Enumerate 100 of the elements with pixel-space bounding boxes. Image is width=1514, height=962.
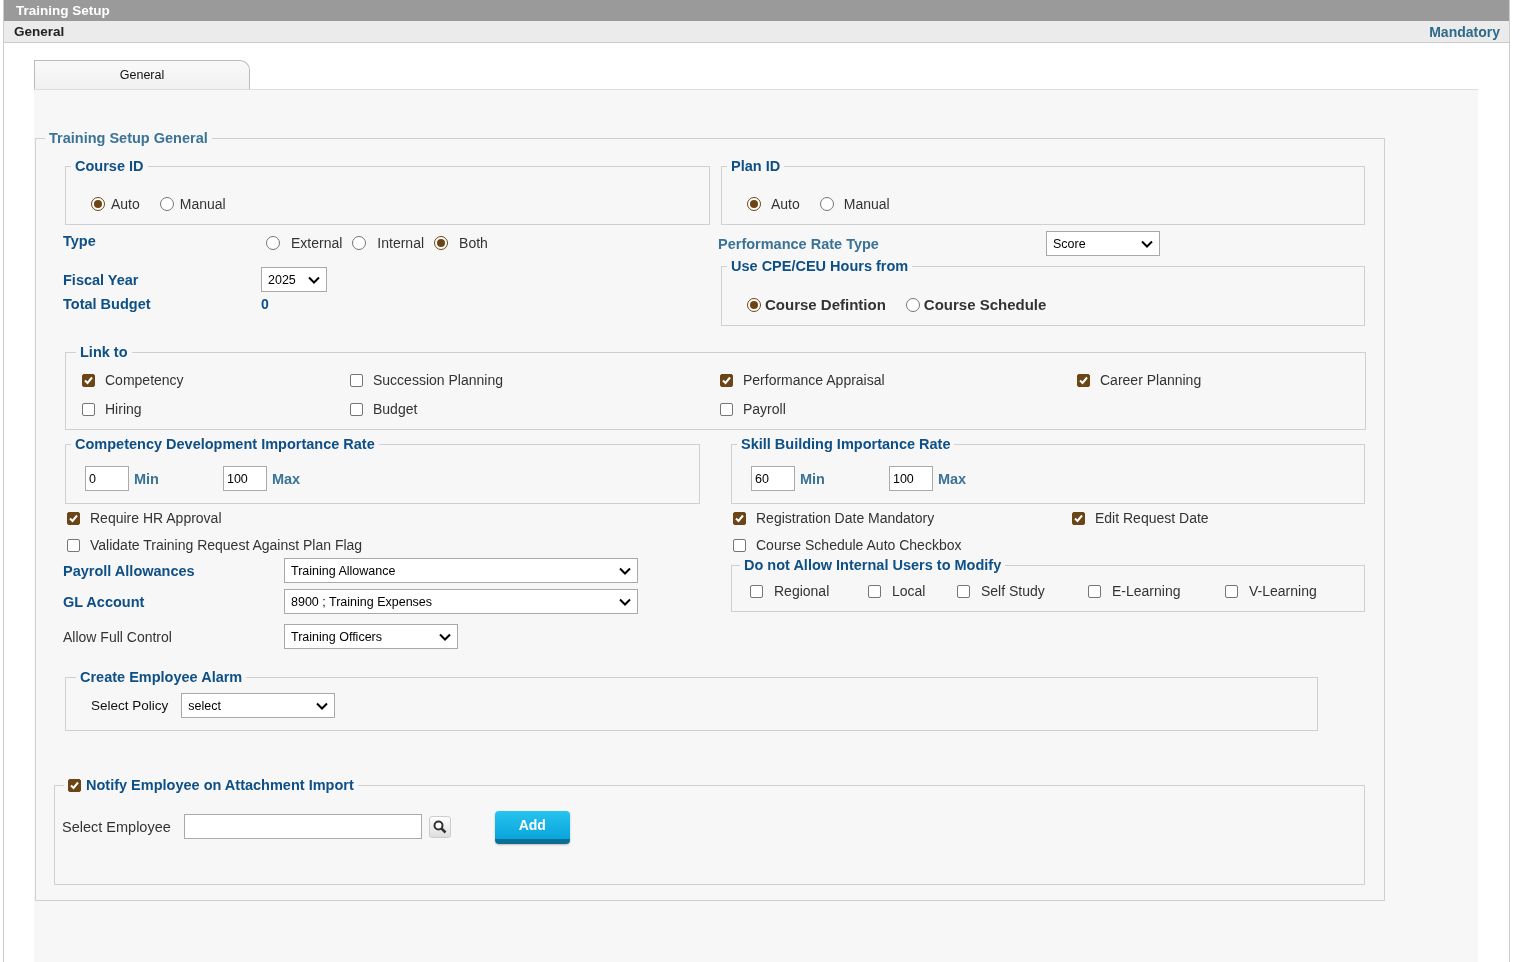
- checkbox-label: Succession Planning: [373, 372, 503, 388]
- radio-button[interactable]: [905, 297, 920, 312]
- group-title: Create Employee Alarm: [80, 669, 243, 685]
- mandatory-label: Mandatory: [1429, 23, 1500, 40]
- min-label: Min: [800, 470, 825, 487]
- radio-button[interactable]: [266, 236, 280, 250]
- dropdown[interactable]: Training Officers: [284, 624, 458, 649]
- radio-button-label: Course Defintion: [765, 296, 886, 313]
- dropdown[interactable]: select: [181, 693, 336, 718]
- input-field[interactable]: 0: [85, 466, 129, 491]
- chevron-down-icon: [619, 597, 631, 606]
- group-title: Course ID: [75, 158, 144, 174]
- radio-button[interactable]: [434, 236, 449, 250]
- radio-button[interactable]: [747, 297, 761, 312]
- radio-button-label: Both: [459, 235, 488, 251]
- checkbox[interactable]: [733, 511, 746, 525]
- input-field[interactable]: [183, 814, 422, 839]
- checkbox-label: Regional: [774, 583, 830, 599]
- window-title: Training Setup: [16, 3, 110, 18]
- checkbox-label: E-Learning: [1112, 583, 1181, 599]
- radio-button-label: Course Schedule: [923, 296, 1047, 313]
- checkbox-label: Payroll: [743, 401, 786, 417]
- search-icon: [432, 819, 447, 834]
- budget-value: 0: [261, 296, 269, 312]
- group-title: Link to: [80, 344, 128, 360]
- checkbox-label: Registration Date Mandatory: [756, 510, 935, 526]
- section-title: General: [14, 24, 65, 39]
- group-title: Do not Allow Internal Users to Modify: [744, 557, 1002, 573]
- group-title: Training Setup General: [49, 130, 208, 146]
- checkbox-label: V-Learning: [1249, 583, 1317, 599]
- checkbox[interactable]: [750, 584, 763, 598]
- dropdown[interactable]: Training Allowance: [284, 558, 638, 583]
- group-title: Notify Employee on Attachment Import: [86, 777, 354, 793]
- checkbox-label: Performance Appraisal: [743, 372, 885, 388]
- field-label: Type: [63, 233, 97, 249]
- dropdown[interactable]: Score: [1046, 231, 1160, 256]
- field-label: Select Policy: [91, 698, 169, 713]
- chevron-down-icon: [316, 701, 329, 710]
- checkbox-label: Edit Request Date: [1095, 510, 1209, 526]
- checkbox[interactable]: [720, 402, 733, 416]
- search-button[interactable]: [428, 815, 451, 838]
- checkbox[interactable]: [957, 584, 970, 598]
- group-title: Skill Building Importance Rate: [741, 436, 951, 452]
- radio-button[interactable]: [352, 236, 367, 250]
- chevron-down-icon: [619, 566, 631, 575]
- radio-button[interactable]: [91, 197, 105, 211]
- checkbox[interactable]: [68, 778, 81, 792]
- checkbox[interactable]: [868, 584, 881, 598]
- checkbox[interactable]: [67, 538, 80, 552]
- radio-button-label: Manual: [843, 196, 890, 212]
- checkbox-label: Career Planning: [1100, 372, 1202, 388]
- checkbox[interactable]: [350, 402, 363, 416]
- radio-button-label: Internal: [377, 235, 425, 251]
- radio-button-label: External: [291, 235, 343, 251]
- checkbox-label: Course Schedule Auto Checkbox: [756, 537, 962, 553]
- chevron-down-icon: [1141, 239, 1153, 248]
- chevron-down-icon: [308, 275, 320, 284]
- min-label: Min: [134, 470, 159, 487]
- checkbox-label: Self Study: [981, 583, 1045, 599]
- checkbox[interactable]: [1077, 373, 1090, 387]
- input-field[interactable]: 100: [888, 466, 933, 491]
- checkbox-label: Hiring: [105, 401, 142, 417]
- max-label: Max: [937, 470, 967, 487]
- checkbox-label: Competency: [105, 372, 184, 388]
- radio-button[interactable]: [819, 197, 834, 211]
- checkbox[interactable]: [350, 373, 363, 387]
- radio-button[interactable]: [159, 197, 174, 211]
- checkbox[interactable]: [67, 511, 80, 525]
- radio-button-label: Auto: [771, 196, 800, 212]
- radio-button-label: Auto: [111, 196, 140, 212]
- checkbox[interactable]: [1225, 584, 1238, 598]
- group-title: Competency Development Importance Rate: [75, 436, 375, 452]
- field-label: Fiscal Year: [63, 271, 140, 288]
- radio-button-label: Manual: [179, 196, 226, 212]
- field-label: Performance Rate Type: [718, 235, 880, 252]
- checkbox[interactable]: [82, 373, 95, 387]
- checkbox-label: Require HR Approval: [90, 510, 222, 526]
- group-title: Plan ID: [731, 158, 781, 174]
- max-label: Max: [271, 470, 301, 487]
- input-field[interactable]: 100: [222, 466, 267, 491]
- field-label: GL Account: [63, 593, 146, 610]
- field-label: Total Budget: [63, 296, 152, 312]
- checkbox-label: Validate Training Request Against Plan Flag: [90, 537, 363, 553]
- field-label: Select Employee: [62, 818, 171, 835]
- chevron-down-icon: [439, 632, 451, 641]
- field-label: Payroll Allowances: [63, 562, 196, 579]
- group-title: Use CPE/CEU Hours from: [731, 258, 909, 274]
- input-field[interactable]: 60: [751, 466, 795, 491]
- checkbox[interactable]: [1072, 511, 1085, 525]
- radio-button[interactable]: [747, 197, 761, 211]
- tab[interactable]: General: [34, 60, 250, 89]
- checkbox[interactable]: [82, 402, 95, 416]
- checkbox[interactable]: [1088, 584, 1101, 598]
- checkbox[interactable]: [720, 373, 733, 387]
- checkbox-label: Local: [892, 583, 926, 599]
- dropdown[interactable]: 8900 ; Training Expenses: [284, 589, 638, 614]
- field-label: Allow Full Control: [63, 628, 173, 645]
- checkbox-label: Budget: [373, 401, 418, 417]
- dropdown[interactable]: 2025: [261, 267, 327, 292]
- checkbox[interactable]: [733, 538, 746, 552]
